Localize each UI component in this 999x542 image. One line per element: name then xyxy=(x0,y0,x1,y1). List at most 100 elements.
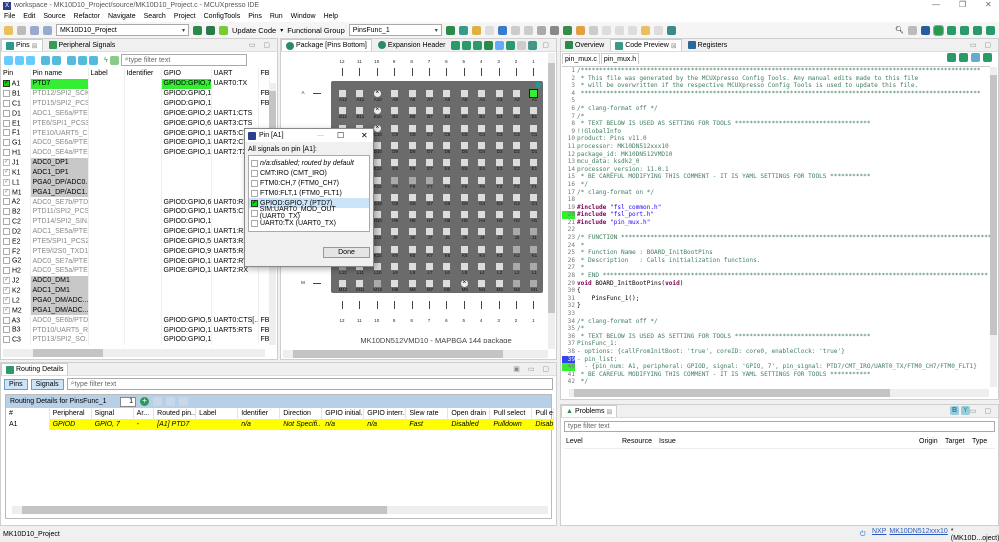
tab-peripheral-signals[interactable]: Peripheral Signals xyxy=(45,39,120,51)
pin-B11[interactable] xyxy=(356,107,364,115)
pin-cell[interactable]: ✓ K1 xyxy=(1,167,31,178)
pin-name[interactable]: PTD10/UART5_R... xyxy=(30,325,89,335)
power-icon[interactable]: ϟ xyxy=(104,57,108,64)
pin-G8[interactable] xyxy=(408,193,416,201)
prev-annotation-icon[interactable] xyxy=(614,25,624,35)
package-hscroll[interactable] xyxy=(283,350,548,358)
device-suffix[interactable]: * (MK10D...oject) xyxy=(951,528,999,542)
pin-identifier[interactable] xyxy=(124,79,162,89)
minimize-maximize-icon[interactable]: ▭ ▢ xyxy=(970,41,994,49)
add-row-icon[interactable]: + xyxy=(140,397,149,406)
project-select[interactable]: MK10D10_Project ▾ xyxy=(56,24,189,36)
pin-identifier[interactable] xyxy=(124,187,162,198)
pin-gpio[interactable] xyxy=(161,177,212,188)
pins-filter-input[interactable]: ⌕ type filter text xyxy=(120,54,247,66)
filter-b-icon[interactable] xyxy=(52,55,61,65)
pin-label[interactable] xyxy=(88,216,125,227)
pin-L3[interactable] xyxy=(495,263,503,270)
pin-identifier[interactable] xyxy=(124,138,162,148)
tab-pin-mux-c[interactable]: pin_mux.c xyxy=(562,53,600,64)
route-checkbox[interactable] xyxy=(3,257,10,265)
signal-item[interactable]: FTM0:FLT,1 (FTM0_FLT1) xyxy=(249,188,369,198)
pin-B8[interactable] xyxy=(408,107,416,115)
pin-A3[interactable] xyxy=(495,90,503,97)
pin-E7[interactable] xyxy=(426,159,433,167)
col-label[interactable]: Label xyxy=(88,68,125,79)
routing-cell[interactable]: GPIO, 7 xyxy=(91,419,134,430)
show-routed-icon[interactable] xyxy=(15,55,24,65)
route-checkbox[interactable] xyxy=(3,227,10,235)
pin-label[interactable] xyxy=(88,226,125,237)
routing-cell[interactable]: Pulldown xyxy=(489,419,533,430)
pin-label[interactable] xyxy=(88,157,125,168)
pin-K9[interactable] xyxy=(391,245,399,253)
pin-cell[interactable]: B2 xyxy=(1,206,31,217)
pin-fb[interactable] xyxy=(258,295,270,306)
pin-name[interactable]: PTD11/SPI2_PCS... xyxy=(30,206,89,217)
pin-L9[interactable] xyxy=(391,263,399,270)
pin-uart[interactable]: UART0:TX xyxy=(211,79,259,89)
pin-label[interactable] xyxy=(88,275,125,286)
pin-G10[interactable] xyxy=(373,193,381,201)
pins-hscroll[interactable] xyxy=(3,349,265,357)
pin-F9[interactable] xyxy=(391,176,399,184)
route-checkbox[interactable] xyxy=(3,237,10,245)
pin-name[interactable]: ADC0_DP1 xyxy=(30,157,89,168)
signal-checkbox[interactable] xyxy=(251,169,258,177)
routing-col[interactable]: Routed pin... xyxy=(153,408,197,419)
pin-A1[interactable] xyxy=(529,89,539,98)
pin-K6[interactable] xyxy=(443,245,451,253)
pin-identifier[interactable] xyxy=(124,128,162,139)
route-checkbox[interactable] xyxy=(3,336,10,344)
pin-uart[interactable]: UART5:RTS xyxy=(211,325,259,335)
settings-icon[interactable] xyxy=(517,40,527,50)
pins-toggle-button[interactable]: Pins xyxy=(4,378,28,390)
clock-icon[interactable] xyxy=(109,55,119,65)
col-level[interactable]: Level xyxy=(564,438,622,445)
pin-identifier[interactable] xyxy=(124,108,162,119)
pin-M2[interactable] xyxy=(513,280,520,288)
pin-M6[interactable] xyxy=(443,280,451,288)
pin-E8[interactable] xyxy=(408,159,416,167)
pin-C8[interactable] xyxy=(408,124,416,132)
pin-identifier[interactable] xyxy=(124,305,162,316)
table-row[interactable]: B1 PTD12/SPI2_SCK... GPIOD:GPIO,12 FB xyxy=(1,88,270,99)
pin-gpio[interactable] xyxy=(161,167,212,178)
pin-label[interactable] xyxy=(88,118,125,129)
filter-icon[interactable]: Y xyxy=(961,406,970,415)
dialog-minimize-button[interactable]: — xyxy=(317,132,324,139)
pin-uart[interactable] xyxy=(211,285,259,296)
pin-B3[interactable] xyxy=(495,107,503,115)
pin-identifier[interactable] xyxy=(124,147,162,158)
pin-fb[interactable]: FB xyxy=(258,98,270,109)
col-uart[interactable]: UART xyxy=(211,68,259,79)
pin-label[interactable] xyxy=(88,285,125,296)
pin-identifier[interactable] xyxy=(124,197,162,207)
routing-col[interactable]: Slew rate xyxy=(405,408,449,419)
pin-name[interactable]: ADC0_SE5a/PTE... xyxy=(30,266,89,276)
pin-identifier[interactable] xyxy=(124,167,162,178)
menu-configtools[interactable]: ConfigTools xyxy=(204,13,241,20)
pin-J8[interactable] xyxy=(408,228,416,236)
pin-name[interactable]: PTE9/I2S0_TXD1... xyxy=(30,246,89,257)
pin-cell[interactable]: ✓ J1 xyxy=(1,157,31,168)
pin-F5[interactable] xyxy=(460,176,468,184)
pin-fb[interactable] xyxy=(258,275,270,286)
col-target[interactable]: Target xyxy=(945,438,972,445)
pin-uart[interactable]: UART1:CTS xyxy=(211,108,259,119)
signals-toggle-button[interactable]: Signals xyxy=(30,378,64,390)
pin-F2[interactable] xyxy=(513,176,520,184)
tab-routing-details[interactable]: Routing Details xyxy=(1,363,69,375)
pin-E2[interactable] xyxy=(513,159,520,167)
routing-cell[interactable]: Fast xyxy=(405,419,449,430)
pin-J6[interactable] xyxy=(443,228,451,236)
pin-L1[interactable] xyxy=(530,263,538,270)
pin-cell[interactable]: ✓ L1 xyxy=(1,177,31,188)
routing-col[interactable]: Pull select xyxy=(489,408,533,419)
pin-gpio[interactable]: GPIOE:GPIO,17 xyxy=(161,266,212,276)
pin-cell[interactable]: D2 xyxy=(1,226,31,237)
pin-name[interactable]: ADC1_DM1 xyxy=(30,285,89,296)
tab-expansion-header[interactable]: Expansion Header xyxy=(374,39,450,51)
menu-edit[interactable]: Edit xyxy=(23,13,35,20)
pin-G1[interactable] xyxy=(530,193,538,201)
